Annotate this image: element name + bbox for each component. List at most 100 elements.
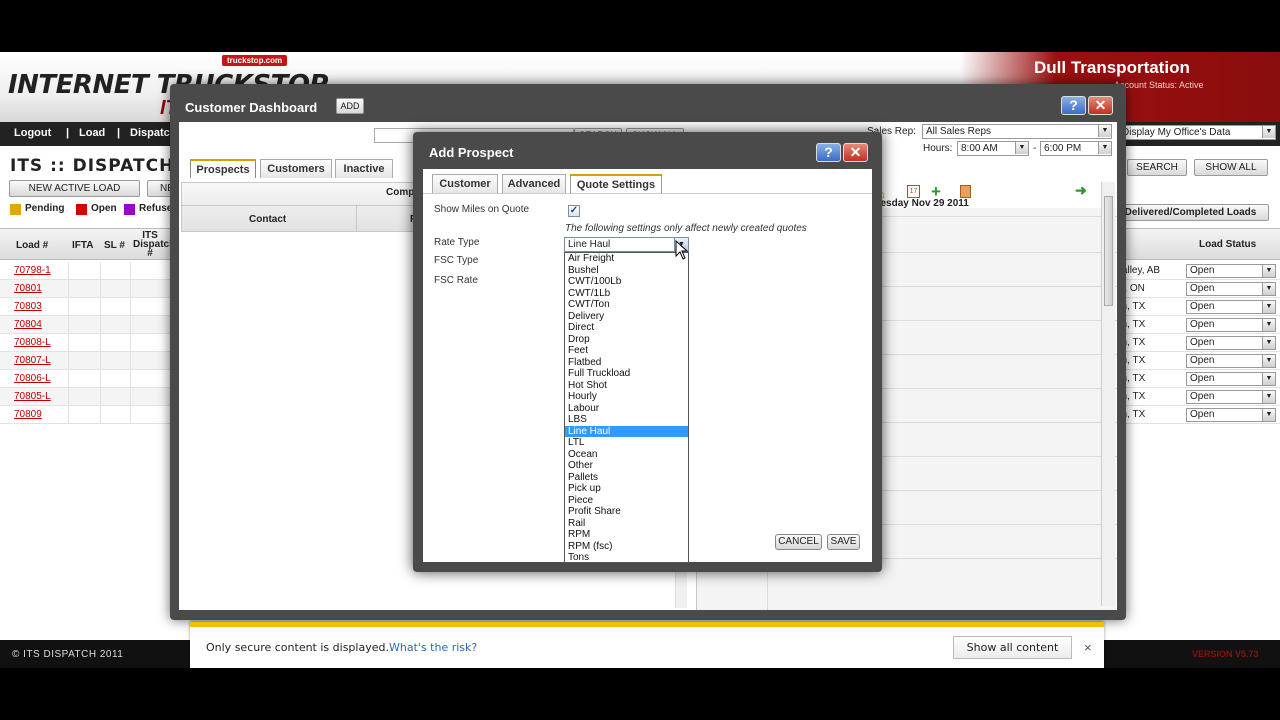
rate-option[interactable]: Delivery (565, 311, 688, 323)
rate-option[interactable]: Rail (565, 518, 688, 530)
save-button[interactable]: SAVE (827, 534, 860, 550)
table-row[interactable]: 70806-L (0, 370, 180, 388)
chevron-down-icon[interactable]: ▼ (1262, 301, 1275, 313)
rate-option[interactable]: Tons (565, 552, 688, 562)
table-row[interactable]: 70808-L (0, 334, 180, 352)
chevron-down-icon[interactable]: ▼ (1262, 409, 1275, 421)
table-row[interactable]: 70809 (0, 406, 180, 424)
rate-option[interactable]: Feet (565, 345, 688, 357)
chevron-down-icon[interactable]: ▼ (1098, 125, 1111, 137)
rate-option[interactable]: Profit Share (565, 506, 688, 518)
nav-logout[interactable]: Logout (14, 127, 51, 139)
rate-option[interactable]: RPM (fsc) (565, 541, 688, 553)
rate-option[interactable]: Flatbed (565, 357, 688, 369)
rate-option[interactable]: CWT/1Lb (565, 288, 688, 300)
tab-inactive[interactable]: Inactive (335, 159, 393, 178)
table-row[interactable]: 70798-1 (0, 262, 180, 280)
table-row[interactable]: 70804 (0, 316, 180, 334)
show-all-button[interactable]: SHOW ALL (1194, 159, 1268, 176)
close-icon[interactable]: × (1084, 640, 1092, 655)
rate-option[interactable]: Hot Shot (565, 380, 688, 392)
rate-option[interactable]: Bushel (565, 265, 688, 277)
tab-advanced[interactable]: Advanced (502, 174, 566, 193)
hours-to-select[interactable]: 6:00 PM ▼ (1040, 141, 1112, 156)
tab-prospects[interactable]: Prospects (190, 159, 256, 178)
col-contact[interactable]: Contact (249, 214, 286, 225)
chevron-down-icon[interactable]: ▼ (1015, 142, 1028, 154)
load-link[interactable]: 70805-L (14, 391, 51, 402)
col-load-number[interactable]: Load # (16, 240, 48, 251)
chevron-down-icon[interactable]: ▼ (1262, 319, 1275, 331)
nav-load[interactable]: Load (79, 127, 105, 139)
rate-option[interactable]: Ocean (565, 449, 688, 461)
load-link[interactable]: 70808-L (14, 337, 51, 348)
rate-option[interactable]: Other (565, 460, 688, 472)
rate-option[interactable]: RPM (565, 529, 688, 541)
scrollbar-thumb[interactable] (1104, 196, 1113, 306)
rate-option[interactable]: Full Truckload (565, 368, 688, 380)
col-sl[interactable]: SL # (104, 240, 125, 251)
chevron-down-icon[interactable]: ▼ (1262, 355, 1275, 367)
load-link[interactable]: 70801 (14, 283, 42, 294)
rate-option[interactable]: Air Freight (565, 253, 688, 265)
table-row[interactable]: 70801 (0, 280, 180, 298)
load-status-select[interactable]: Open ▼ (1186, 300, 1276, 314)
cancel-button[interactable]: CANCEL (775, 534, 822, 550)
load-status-select[interactable]: Open ▼ (1186, 318, 1276, 332)
tab-quote-settings[interactable]: Quote Settings (570, 174, 662, 193)
rate-option[interactable]: Pick up (565, 483, 688, 495)
rate-option[interactable]: Direct (565, 322, 688, 334)
table-row[interactable]: 70805-L (0, 388, 180, 406)
chevron-down-icon[interactable]: ▼ (1262, 373, 1275, 385)
col-load-status[interactable]: Load Status (1199, 239, 1256, 250)
help-icon[interactable]: ? (1061, 96, 1086, 115)
chevron-down-icon[interactable]: ▼ (1262, 391, 1275, 403)
load-link[interactable]: 70807-L (14, 355, 51, 366)
close-icon[interactable]: ✕ (843, 143, 868, 162)
calendar-icon[interactable]: 17 (907, 185, 920, 198)
rate-option[interactable]: Labour (565, 403, 688, 415)
show-miles-checkbox[interactable]: ✓ (568, 205, 580, 217)
table-row[interactable]: 70807-L (0, 352, 180, 370)
load-link[interactable]: 70803 (14, 301, 42, 312)
search-button[interactable]: SEARCH (1127, 159, 1187, 176)
rate-type-select[interactable]: Line Haul ▼ (564, 237, 689, 252)
arrow-right-icon[interactable]: ➜ (1075, 182, 1087, 199)
rate-option[interactable]: Hourly (565, 391, 688, 403)
close-icon[interactable]: ✕ (1088, 96, 1113, 115)
rate-option-selected[interactable]: Line Haul (565, 425, 688, 437)
load-link[interactable]: 70798-1 (14, 265, 51, 276)
rate-option[interactable]: Piece (565, 495, 688, 507)
add-customer-button[interactable]: ADD (336, 98, 364, 114)
show-all-content-button[interactable]: Show all content (953, 636, 1072, 659)
col-ifta[interactable]: IFTA (72, 240, 93, 251)
tab-customer[interactable]: Customer (432, 174, 498, 193)
tab-delivered-completed[interactable]: Delivered/Completed Loads (1112, 204, 1269, 221)
chevron-down-icon[interactable]: ▼ (1262, 126, 1275, 138)
rate-option[interactable]: Pallets (565, 472, 688, 484)
rate-option[interactable]: CWT/Ton (565, 299, 688, 311)
office-data-select[interactable]: Display My Office's Data ▼ (1118, 125, 1276, 140)
load-link[interactable]: 70809 (14, 409, 42, 420)
chevron-down-icon[interactable]: ▼ (1262, 283, 1275, 295)
tab-customers[interactable]: Customers (260, 159, 332, 178)
load-status-select[interactable]: Open ▼ (1186, 336, 1276, 350)
load-status-select[interactable]: Open ▼ (1186, 408, 1276, 422)
col-its-dispatch[interactable]: ITS Dispatch # (133, 231, 175, 259)
hours-from-select[interactable]: 8:00 AM ▼ (957, 141, 1029, 156)
load-status-select[interactable]: Open ▼ (1186, 264, 1276, 278)
load-link[interactable]: 70804 (14, 319, 42, 330)
chevron-down-icon[interactable]: ▼ (1262, 337, 1275, 349)
rate-option[interactable]: Drop (565, 334, 688, 346)
sales-rep-select[interactable]: All Sales Reps ▼ (922, 124, 1112, 139)
load-link[interactable]: 70806-L (14, 373, 51, 384)
whats-the-risk-link[interactable]: What's the risk? (389, 641, 477, 654)
chevron-down-icon[interactable]: ▼ (1098, 142, 1111, 154)
help-icon[interactable]: ? (816, 143, 841, 162)
rate-option[interactable]: CWT/100Lb (565, 276, 688, 288)
calendar-scrollbar[interactable] (1101, 182, 1115, 606)
load-status-select[interactable]: Open ▼ (1186, 372, 1276, 386)
chevron-down-icon[interactable]: ▼ (1262, 265, 1275, 277)
rate-option[interactable]: LTL (565, 437, 688, 449)
table-row[interactable]: 70803 (0, 298, 180, 316)
